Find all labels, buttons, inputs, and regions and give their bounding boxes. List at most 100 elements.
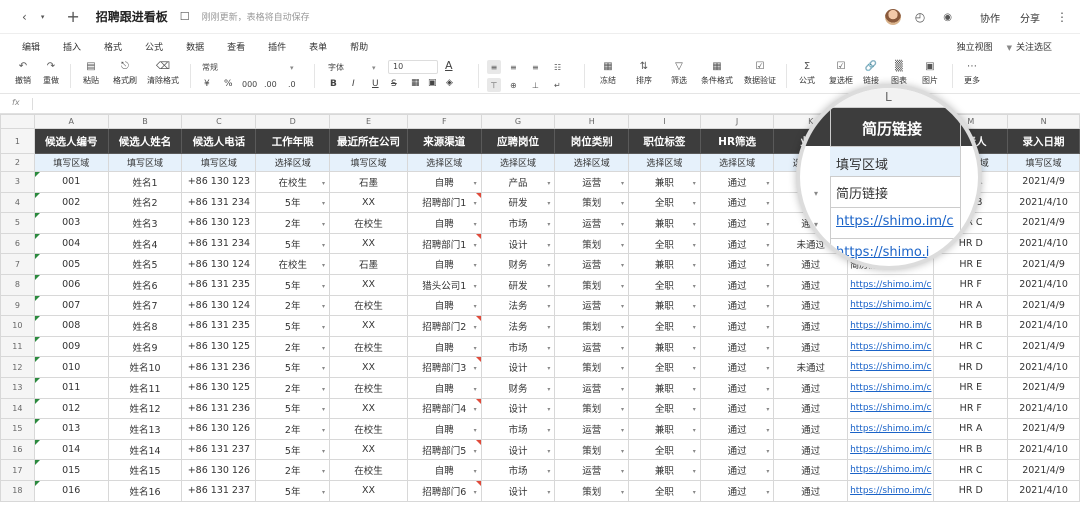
dropdown-caret-icon[interactable]: ▾ (322, 221, 325, 228)
table-cell[interactable]: 姓名12 (107, 397, 183, 420)
dropdown-caret-icon[interactable]: ▾ (621, 345, 624, 352)
table-cell[interactable]: 自聘 ▾ (406, 253, 482, 275)
table-cell[interactable]: 通过 (773, 397, 849, 420)
dropdown-caret-icon[interactable]: ▾ (693, 200, 696, 207)
table-cell[interactable]: 2021/4/9 (1007, 171, 1080, 193)
table-cell[interactable]: 设计 ▾ (480, 479, 556, 502)
table-cell[interactable]: 004 (33, 232, 109, 255)
table-cell[interactable]: +86 130 123 (181, 212, 257, 234)
table-cell[interactable]: HR D (933, 479, 1009, 502)
table-cell[interactable]: 姓名15 (107, 459, 183, 481)
table-cell[interactable]: 通过 (773, 418, 849, 440)
decimals-button[interactable]: .00 (264, 80, 277, 89)
dropdown-caret-icon[interactable]: ▾ (322, 242, 325, 249)
column-header[interactable]: H (554, 114, 630, 129)
table-cell[interactable]: 2021/4/9 (1007, 335, 1080, 358)
table-cell[interactable]: 自聘 ▾ (406, 171, 482, 193)
dropdown-caret-icon[interactable]: ▾ (547, 200, 550, 207)
dropdown-caret-icon[interactable]: ▾ (766, 221, 769, 228)
table-cell[interactable]: +86 130 126 (181, 459, 257, 481)
table-cell[interactable]: +86 131 234 (181, 191, 257, 214)
dropdown-caret-icon[interactable]: ▾ (766, 324, 769, 331)
table-cell[interactable]: 2021/4/9 (1007, 212, 1080, 234)
table-cell[interactable]: 姓名4 (107, 232, 183, 255)
sort-button[interactable]: ⇅ 排序 (632, 58, 656, 94)
table-cell[interactable]: 市场 ▾ (480, 212, 556, 234)
table-cell[interactable]: 5年 ▾ (255, 479, 331, 502)
table-cell[interactable]: 研发 ▾ (480, 273, 556, 296)
dropdown-caret-icon[interactable]: ▾ (547, 448, 550, 455)
table-cell[interactable]: 招聘部门1 ▾ (406, 232, 482, 255)
undo-button[interactable]: ↶ 撤销 (12, 58, 34, 94)
decrease-decimals-button[interactable]: .0 (288, 80, 296, 89)
table-cell[interactable]: +86 131 236 (181, 356, 257, 378)
table-cell[interactable]: 通过 ▾ (699, 191, 775, 214)
data-validation-button[interactable]: ☑ 数据验证 (740, 58, 780, 94)
dropdown-caret-icon[interactable]: ▾ (322, 180, 325, 187)
table-cell[interactable]: 2021/4/9 (1007, 459, 1080, 481)
dropdown-caret-icon[interactable]: ▾ (474, 489, 477, 496)
menu-insert[interactable]: 插入 (63, 40, 81, 53)
dropdown-caret-icon[interactable]: ▾ (693, 448, 696, 455)
header-cell[interactable]: 应聘岗位 (480, 128, 556, 154)
resume-link-cell[interactable]: https://shimo.im/c (847, 273, 935, 296)
table-cell[interactable]: 通过 (773, 479, 849, 502)
table-cell[interactable]: 通过 ▾ (699, 479, 775, 502)
currency-button[interactable]: ¥ (204, 79, 210, 89)
sub-header-cell[interactable]: 选择区域 (406, 153, 482, 172)
table-cell[interactable]: 设计 ▾ (480, 232, 556, 255)
table-cell[interactable]: 运营 ▾ (554, 418, 630, 440)
table-cell[interactable]: 未通过 (773, 356, 849, 378)
dropdown-caret-icon[interactable]: ▾ (621, 303, 624, 310)
dropdown-caret-icon[interactable]: ▾ (474, 303, 477, 310)
table-cell[interactable]: 运营 ▾ (554, 335, 630, 358)
sub-header-cell[interactable]: 选择区域 (255, 153, 331, 172)
bold-button[interactable]: B (330, 79, 337, 89)
back-icon[interactable]: ‹ (22, 10, 27, 24)
table-cell[interactable]: +86 131 235 (181, 315, 257, 337)
menu-form[interactable]: 表单 (309, 40, 327, 53)
dropdown-caret-icon[interactable]: ▾ (547, 489, 550, 496)
table-cell[interactable]: 2年 ▾ (255, 418, 331, 440)
table-cell[interactable]: 设计 ▾ (480, 397, 556, 420)
table-cell[interactable]: 2021/4/10 (1007, 232, 1080, 255)
table-cell[interactable]: XX (329, 315, 408, 337)
table-cell[interactable]: 策划 ▾ (554, 356, 630, 378)
table-cell[interactable]: 招聘部门6 ▾ (406, 479, 482, 502)
dropdown-caret-icon[interactable]: ▾ (621, 324, 624, 331)
resume-link-cell[interactable]: https://shimo.im/c (847, 294, 935, 317)
table-cell[interactable]: 市场 ▾ (480, 418, 556, 440)
conditional-format-button[interactable]: ▦ 条件格式 (697, 58, 737, 94)
table-cell[interactable]: 兼职 ▾ (628, 212, 701, 234)
add-icon[interactable]: + (66, 7, 79, 26)
dropdown-caret-icon[interactable]: ▾ (547, 345, 550, 352)
row-header[interactable]: 5 (0, 212, 35, 234)
row-header[interactable]: 3 (0, 171, 35, 193)
table-cell[interactable]: 015 (33, 459, 109, 481)
table-cell[interactable]: 姓名13 (107, 418, 183, 440)
row-header[interactable]: 7 (0, 253, 35, 275)
dropdown-caret-icon[interactable]: ▾ (474, 406, 477, 413)
table-cell[interactable]: 001 (33, 171, 109, 193)
select-all-corner[interactable] (0, 114, 35, 129)
magnified-link-cell[interactable]: https://shimo.im/c (830, 208, 960, 239)
dropdown-caret-icon[interactable]: ▾ (322, 283, 325, 290)
table-cell[interactable]: 2021/4/10 (1007, 479, 1080, 502)
dropdown-caret-icon[interactable]: ▾ (766, 345, 769, 352)
table-cell[interactable]: XX (329, 479, 408, 502)
dropdown-caret-icon[interactable]: ▾ (693, 283, 696, 290)
dropdown-caret-icon[interactable]: ▾ (474, 283, 477, 290)
column-header[interactable]: C (181, 114, 257, 129)
menu-formula[interactable]: 公式 (145, 40, 163, 53)
table-cell[interactable]: 通过 ▾ (699, 315, 775, 337)
font-size-input[interactable]: 10 (388, 60, 438, 74)
dropdown-caret-icon[interactable]: ▾ (766, 283, 769, 290)
table-cell[interactable]: 姓名10 (107, 356, 183, 378)
align-left-icon[interactable]: ≡ (487, 60, 501, 74)
dropdown-caret-icon[interactable]: ▾ (547, 468, 550, 475)
dropdown-caret-icon[interactable]: ▾ (621, 448, 624, 455)
table-cell[interactable]: XX (329, 438, 408, 461)
percent-button[interactable]: % (224, 79, 233, 89)
collab-button[interactable]: 协作 (970, 10, 1010, 25)
table-cell[interactable]: 策划 ▾ (554, 232, 630, 255)
